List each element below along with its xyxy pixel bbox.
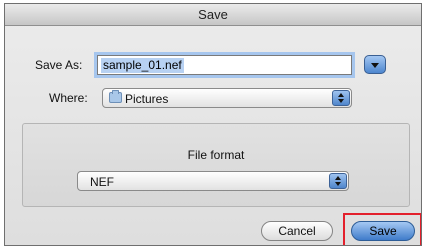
save-button[interactable]: Save xyxy=(351,221,415,241)
dialog-title: Save xyxy=(198,7,228,22)
file-format-popup[interactable]: NEF xyxy=(77,171,349,191)
updown-arrows-icon xyxy=(332,90,350,106)
file-format-value: NEF xyxy=(90,175,114,189)
cancel-button[interactable]: Cancel xyxy=(261,221,333,241)
filename-input[interactable]: sample_01.nef xyxy=(97,55,352,75)
save-dialog: Save Save As: sample_01.nef Where: Pictu… xyxy=(4,3,422,246)
title-bar: Save xyxy=(5,4,421,26)
folder-icon xyxy=(109,90,122,103)
disclosure-triangle-icon xyxy=(371,63,379,68)
save-as-label: Save As: xyxy=(35,58,83,72)
file-format-label: File format xyxy=(187,148,245,162)
filename-value: sample_01.nef xyxy=(101,58,184,73)
expand-dialog-button[interactable] xyxy=(364,55,386,74)
where-value: Pictures xyxy=(125,92,169,106)
format-options-panel: File format NEF xyxy=(22,123,410,207)
updown-arrows-icon xyxy=(329,173,347,189)
where-popup[interactable]: Pictures xyxy=(102,88,352,108)
where-label: Where: xyxy=(49,91,88,105)
